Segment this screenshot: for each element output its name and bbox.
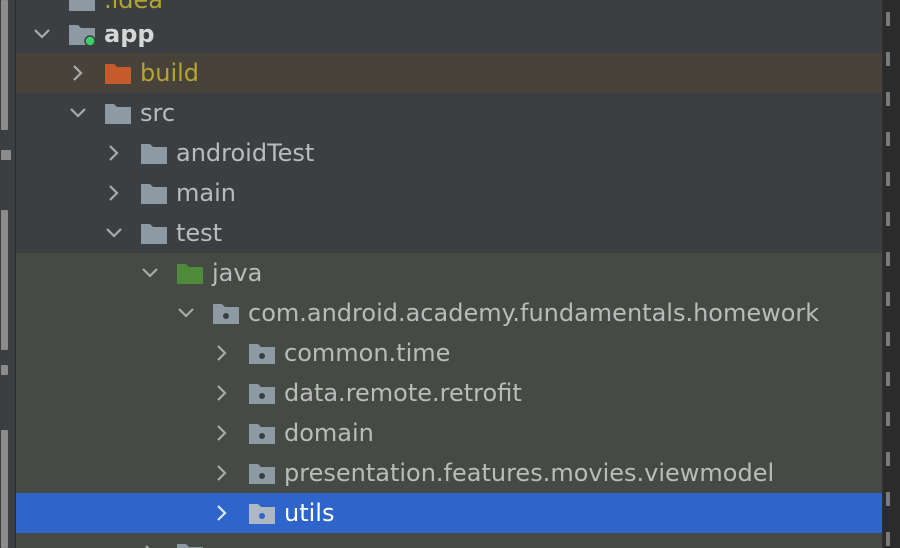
gutter-line-marker (886, 372, 890, 386)
excluded-folder-icon (105, 64, 131, 84)
tree-row-java[interactable]: java (16, 253, 882, 293)
tree-row-label: app (104, 20, 155, 48)
folder-icon (141, 224, 167, 244)
package-icon (249, 344, 275, 364)
tree-row-label: androidTest (176, 139, 315, 167)
chevron-down-icon[interactable] (68, 103, 88, 123)
tree-row-label: java (212, 259, 263, 287)
chevron-right-icon[interactable] (140, 543, 160, 548)
package-icon (249, 504, 275, 524)
tree-row-label: test (176, 219, 223, 247)
tree-row-label: main (176, 179, 236, 207)
tree-row-package-homework[interactable]: com.android.academy.fundamentals.homewor… (16, 293, 882, 333)
commit-tab-label[interactable] (1, 0, 8, 130)
project-tree[interactable]: .idea app build src androidTest main tes… (16, 0, 882, 548)
chevron-right-icon[interactable] (104, 143, 124, 163)
gutter-line-marker (886, 52, 890, 66)
tree-row-presentation-viewmodel[interactable]: presentation.features.movies.viewmodel (16, 453, 882, 493)
tree-row-main[interactable]: main (16, 173, 882, 213)
editor-gutter (882, 0, 900, 548)
gutter-line-marker (886, 492, 890, 506)
tree-row-label: domain (284, 419, 374, 447)
gutter-line-marker (886, 212, 890, 226)
tree-row-app[interactable]: app (16, 14, 882, 54)
chevron-right-icon[interactable] (212, 423, 232, 443)
tree-row-label: com.android.academy.fundamentals.homewor… (248, 299, 820, 327)
gutter-line-marker (886, 172, 890, 186)
test-root-folder-icon (177, 264, 203, 284)
chevron-down-icon[interactable] (32, 24, 52, 44)
tree-row-test[interactable]: test (16, 213, 882, 253)
folder-icon (177, 544, 203, 548)
folder-icon (141, 184, 167, 204)
pin-icon (1, 150, 11, 160)
tree-row-label: common.time (284, 339, 451, 367)
package-icon (213, 304, 239, 324)
tree-row-label: utils (284, 499, 335, 527)
tree-row-build[interactable]: build (16, 53, 882, 93)
tree-row-utils[interactable]: utils (16, 493, 882, 533)
gutter-line-marker (886, 412, 890, 426)
chevron-right-icon[interactable] (68, 63, 88, 83)
gutter-line-marker (886, 292, 890, 306)
tree-row-label: data.remote.retrofit (284, 379, 522, 407)
package-icon (249, 464, 275, 484)
gutter-line-marker (886, 452, 890, 466)
gutter-line-marker (886, 252, 890, 266)
folder-icon (141, 144, 167, 164)
tool-window-strip[interactable] (0, 0, 16, 548)
tree-row-label: presentation.features.movies.viewmodel (284, 459, 775, 487)
package-icon (249, 424, 275, 444)
strip-divider (1, 365, 8, 375)
gutter-line-marker (886, 332, 890, 346)
tree-row-label: build (140, 59, 200, 87)
gutter-line-marker (886, 532, 890, 546)
chevron-down-icon[interactable] (140, 263, 160, 283)
folder-icon (105, 104, 131, 124)
gutter-line-marker (886, 12, 890, 26)
chevron-right-icon[interactable] (212, 343, 232, 363)
chevron-right-icon[interactable] (212, 503, 232, 523)
chevron-right-icon[interactable] (212, 463, 232, 483)
tree-row-domain[interactable]: domain (16, 413, 882, 453)
tree-row-label: src (140, 99, 176, 127)
tree-row-androidtest[interactable]: androidTest (16, 133, 882, 173)
chevron-right-icon[interactable] (212, 383, 232, 403)
chevron-right-icon[interactable] (104, 183, 124, 203)
package-icon (249, 384, 275, 404)
tree-row-src[interactable]: src (16, 93, 882, 133)
resource-manager-tab-label[interactable] (1, 210, 8, 350)
chevron-down-icon[interactable] (176, 303, 196, 323)
gutter-line-marker (886, 132, 890, 146)
gutter-line-marker (886, 92, 890, 106)
chevron-down-icon[interactable] (104, 223, 124, 243)
folder-icon (69, 0, 95, 11)
tree-row-common-time[interactable]: common.time (16, 333, 882, 373)
tree-row-data-remote-retrofit[interactable]: data.remote.retrofit (16, 373, 882, 413)
tree-row-partial[interactable] (16, 533, 882, 548)
module-folder-icon (69, 25, 96, 46)
build-variants-tab-label[interactable] (1, 430, 8, 548)
